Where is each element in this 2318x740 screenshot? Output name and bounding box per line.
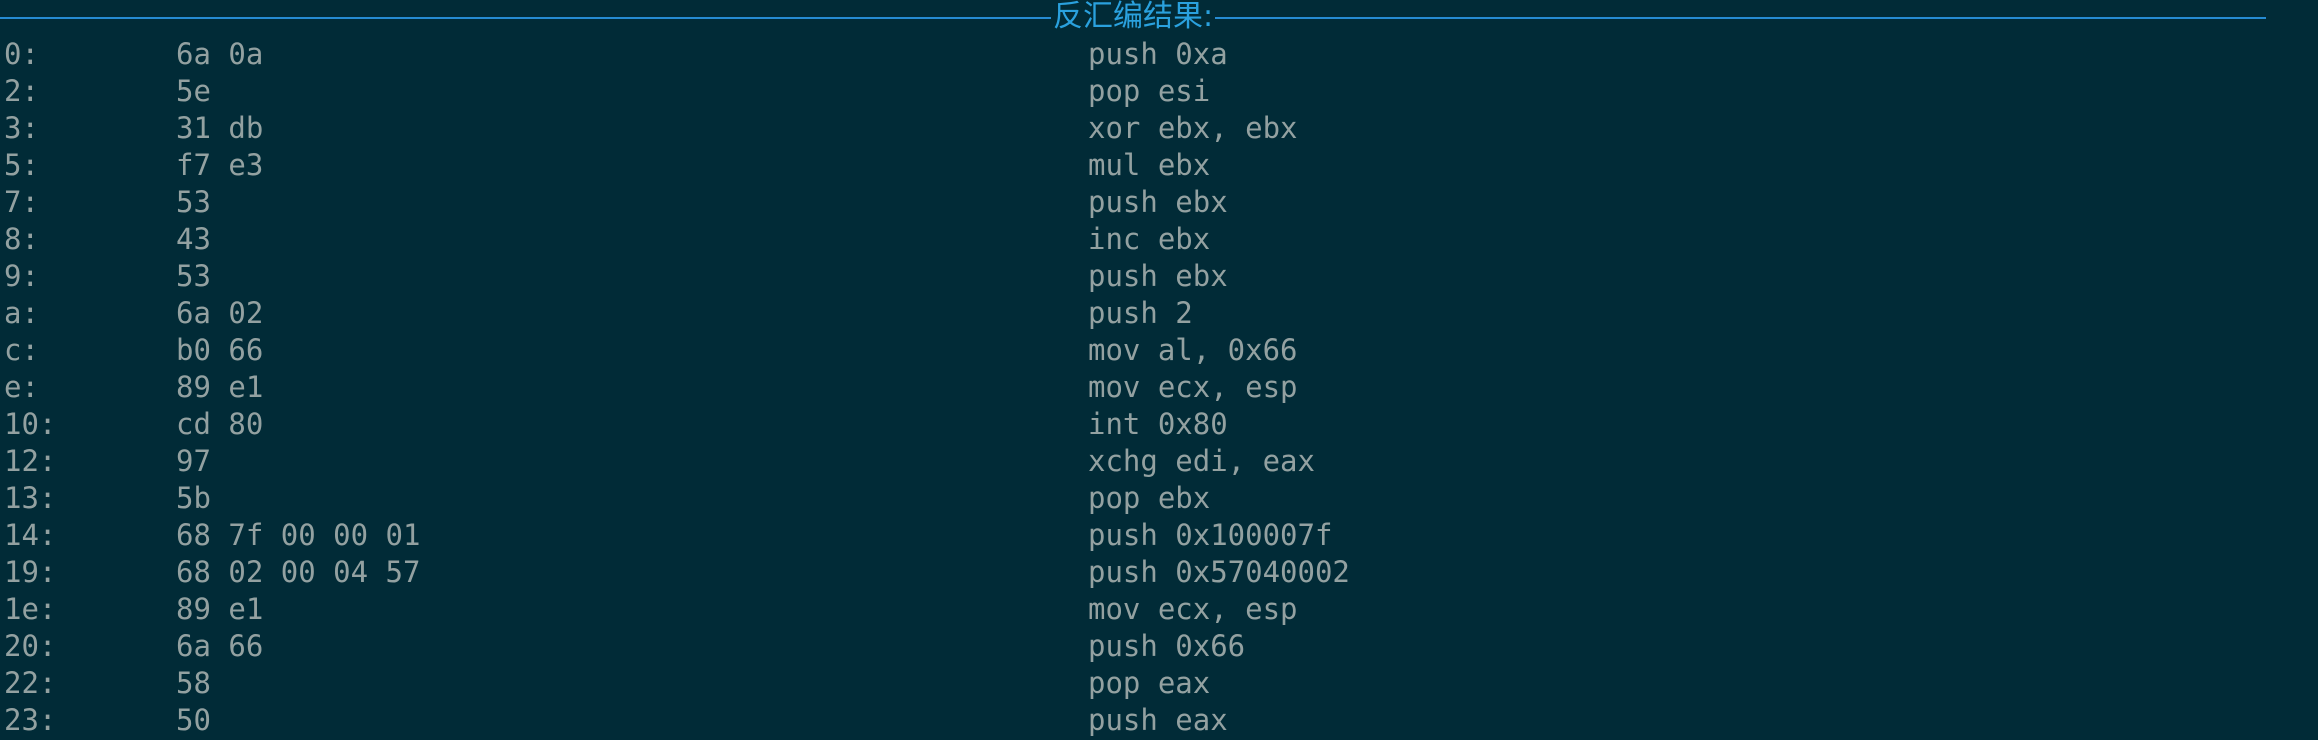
offset-cell: 23: [4,703,57,737]
instruction-row: 22: 58 pop eax [0,666,2318,703]
instruction-cell: push ebx [1088,259,1228,293]
instruction-row: 13: 5b pop ebx [0,481,2318,518]
bytes-cell: 53 [176,259,211,293]
instruction-cell: pop esi [1088,74,1211,108]
offset-cell: a: [4,296,39,330]
disassembly-title: 反汇编结果: [1052,0,1214,34]
bytes-cell: f7 e3 [176,148,264,182]
instruction-cell: push 0x66 [1088,629,1246,663]
instruction-cell: mov al, 0x66 [1088,333,1298,367]
offset-cell: 8: [4,222,39,256]
instruction-row: 1e: 89 e1 mov ecx, esp [0,592,2318,629]
instruction-row: e: 89 e1 mov ecx, esp [0,370,2318,407]
bytes-cell: b0 66 [176,333,264,367]
bytes-cell: 68 02 00 04 57 [176,555,421,589]
offset-cell: 2: [4,74,39,108]
instruction-cell: push 0x57040002 [1088,555,1350,589]
bytes-cell: 53 [176,185,211,219]
offset-cell: 19: [4,555,57,589]
instruction-row: 5: f7 e3 mul ebx [0,148,2318,185]
instruction-cell: push 0x100007f [1088,518,1333,552]
instruction-row: 12: 97 xchg edi, eax [0,444,2318,481]
offset-cell: 20: [4,629,57,663]
offset-cell: e: [4,370,39,404]
instruction-cell: push 2 [1088,296,1193,330]
offset-cell: 22: [4,666,57,700]
header-rule-right [1215,16,2267,19]
instruction-row: 20: 6a 66 push 0x66 [0,629,2318,666]
offset-cell: 5: [4,148,39,182]
offset-cell: 13: [4,481,57,515]
instruction-row: 10: cd 80 int 0x80 [0,407,2318,444]
instruction-row: 8: 43 inc ebx [0,222,2318,259]
offset-cell: c: [4,333,39,367]
instruction-row: 23: 50 push eax [0,703,2318,740]
instruction-cell: pop ebx [1088,481,1211,515]
offset-cell: 14: [4,518,57,552]
offset-cell: 10: [4,407,57,441]
bytes-cell: 58 [176,666,211,700]
offset-cell: 1e: [4,592,57,626]
bytes-cell: 5e [176,74,211,108]
instruction-cell: xchg edi, eax [1088,444,1315,478]
instruction-row: a: 6a 02 push 2 [0,296,2318,333]
bytes-cell: 43 [176,222,211,256]
bytes-cell: 89 e1 [176,592,264,626]
offset-cell: 12: [4,444,57,478]
instruction-cell: inc ebx [1088,222,1211,256]
bytes-cell: 5b [176,481,211,515]
offset-cell: 9: [4,259,39,293]
instruction-cell: int 0x80 [1088,407,1228,441]
instruction-cell: pop eax [1088,666,1211,700]
bytes-cell: 68 7f 00 00 01 [176,518,421,552]
instruction-cell: push eax [1088,703,1228,737]
offset-cell: 3: [4,111,39,145]
offset-cell: 0: [4,37,39,71]
instruction-row: 14: 68 7f 00 00 01 push 0x100007f [0,518,2318,555]
bytes-cell: 6a 0a [176,37,264,71]
instruction-row: c: b0 66 mov al, 0x66 [0,333,2318,370]
bytes-cell: 6a 02 [176,296,264,330]
bytes-cell: 31 db [176,111,264,145]
bytes-cell: 6a 66 [176,629,264,663]
disassembly-header: 反汇编结果: [0,0,2267,34]
header-rule-left [0,16,1051,19]
bytes-cell: cd 80 [176,407,264,441]
disassembly-listing: 0: 6a 0a push 0xa 2: 5e pop esi 3: 31 db xor ebx… [0,37,2318,740]
instruction-cell: mov ecx, esp [1088,370,1298,404]
instruction-row: 0: 6a 0a push 0xa [0,37,2318,74]
bytes-cell: 50 [176,703,211,737]
offset-cell: 7: [4,185,39,219]
instruction-row: 9: 53 push ebx [0,259,2318,296]
instruction-cell: push 0xa [1088,37,1228,71]
instruction-row: 19: 68 02 00 04 57 push 0x57040002 [0,555,2318,592]
instruction-cell: push ebx [1088,185,1228,219]
instruction-row: 3: 31 db xor ebx, ebx [0,111,2318,148]
instruction-row: 2: 5e pop esi [0,74,2318,111]
bytes-cell: 97 [176,444,211,478]
instruction-cell: mov ecx, esp [1088,592,1298,626]
instruction-cell: xor ebx, ebx [1088,111,1298,145]
instruction-cell: mul ebx [1088,148,1211,182]
instruction-row: 7: 53 push ebx [0,185,2318,222]
bytes-cell: 89 e1 [176,370,264,404]
